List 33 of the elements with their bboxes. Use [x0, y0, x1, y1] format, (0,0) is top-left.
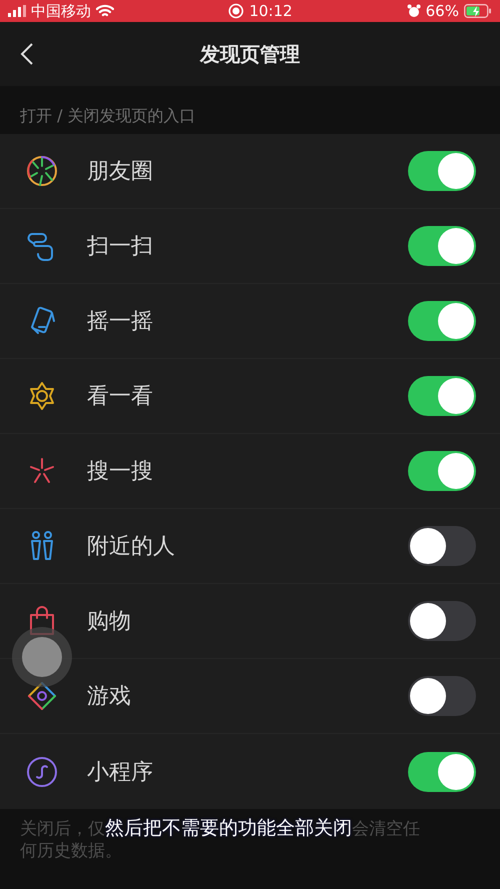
signal-icon: [8, 5, 26, 17]
carrier-name: 中国移动: [31, 2, 91, 20]
toggle-switch[interactable]: [408, 451, 476, 491]
entry-label: 购物: [87, 608, 132, 636]
entry-label: 看一看: [87, 383, 154, 411]
record-icon: [228, 3, 244, 19]
entry-label: 搜一搜: [87, 458, 154, 486]
footer-text: 何历史数据。: [20, 840, 122, 862]
back-button[interactable]: [20, 42, 34, 66]
entry-label: 游戏: [87, 683, 132, 711]
toggle-switch[interactable]: [408, 376, 476, 416]
toggle-switch[interactable]: [408, 526, 476, 566]
link-circle-icon: [26, 756, 58, 788]
toggle-switch[interactable]: [408, 226, 476, 266]
clock-time: 10:12: [249, 2, 292, 20]
entry-label: 附近的人: [87, 533, 176, 561]
footer-text: 会清空任: [352, 818, 420, 840]
entry-label: 摇一摇: [87, 308, 154, 336]
aperture-icon: [26, 155, 58, 187]
battery-icon: [464, 4, 492, 18]
footer-text: 关闭后，仅: [20, 818, 105, 840]
entry-label: 扫一扫: [87, 233, 154, 261]
wifi-icon: [96, 4, 114, 18]
toggle-switch[interactable]: [408, 601, 476, 641]
toggle-switch[interactable]: [408, 151, 476, 191]
entry-label: 朋友圈: [87, 158, 154, 186]
toggle-switch[interactable]: [408, 676, 476, 716]
entry-label: 小程序: [87, 758, 154, 786]
video-subtitle: 然后把不需要的功能全部关闭: [105, 816, 352, 841]
toggle-switch[interactable]: [408, 301, 476, 341]
page-title: 发现页管理: [200, 40, 300, 68]
battery-percent: 66%: [426, 2, 459, 20]
toggle-switch[interactable]: [408, 752, 476, 792]
